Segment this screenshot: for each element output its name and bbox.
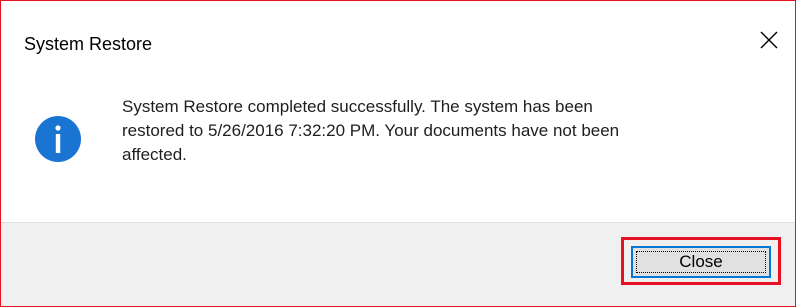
info-icon [35, 116, 81, 162]
dialog-body: System Restore completed successfully. T… [1, 61, 795, 223]
dialog-title: System Restore [24, 34, 153, 54]
close-icon[interactable] [750, 21, 788, 59]
system-restore-dialog: System Restore System Restore completed … [0, 0, 796, 307]
close-button[interactable]: Close [631, 246, 771, 278]
title-bar: System Restore [1, 1, 795, 61]
close-icon-glyph [760, 31, 778, 49]
dialog-message: System Restore completed successfully. T… [122, 97, 620, 164]
dialog-footer: Close [1, 222, 795, 306]
close-button-label: Close [636, 251, 766, 273]
